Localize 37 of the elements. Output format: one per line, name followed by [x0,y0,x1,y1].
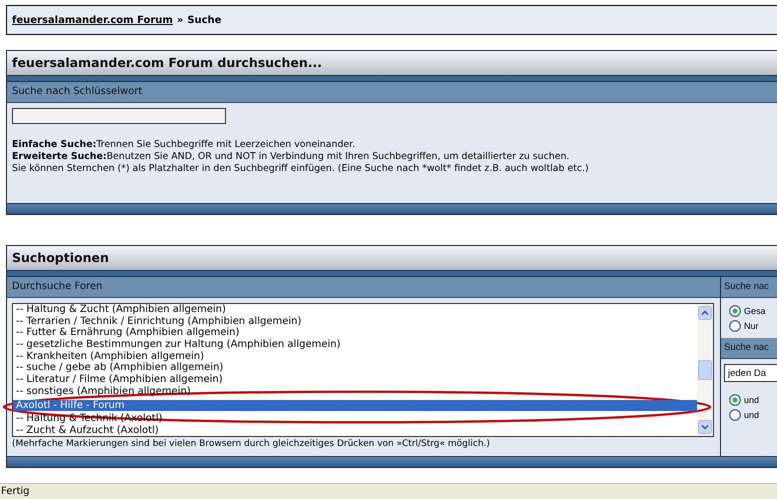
radio-button[interactable] [729,394,741,406]
date-dropdown[interactable]: jeden Da [724,364,777,382]
status-text: Fertig [1,486,30,497]
scroll-down-icon[interactable] [698,420,712,434]
scroll-thumb[interactable] [698,360,712,380]
scroll-up-icon[interactable] [698,306,712,320]
radio-label: und [744,394,760,404]
section-header: Suche nach Schlüsselwort [7,82,777,103]
forum-option[interactable]: -- Terrarien / Technik / Einrichtung (Amphibien allgemein) [13,316,697,328]
radio-button[interactable] [729,320,741,332]
radio-label: Nur [744,320,759,330]
forum-option[interactable]: -- Krankheiten (Amphibien allgemein) [13,350,697,362]
forum-option[interactable]: -- Haltung & Zucht (Amphibien allgemein) [13,304,697,316]
forum-option[interactable]: -- Literatur / Filme (Amphibien allgemein) [13,374,697,386]
radio-button[interactable] [729,408,741,420]
forum-option[interactable]: -- suche / gebe ab (Amphibien allgemein) [13,362,697,374]
panel-title: feuersalamander.com Forum durchsuchen... [7,51,777,75]
forum-option[interactable]: -- Futter & Ernährung (Amphibien allgemein) [13,327,697,340]
help-text: Erweiterte Suche:Benutzen Sie AND, OR und NOT in Verbindung mit Ihren Suchbegriffen, um detaillierter zu suchen. [12,151,570,163]
radio-label: und [744,410,760,420]
section-header: Durchsuche Foren [7,277,720,298]
forum-option[interactable]: -- Zucht & Aufzucht (Axolotl) [13,424,697,436]
breadcrumb-current: Suche [187,14,222,26]
section-header: Suche nac [721,277,777,298]
breadcrumb-separator: » [176,14,184,26]
help-text: Sie können Sternchen (*) als Platzhalter in den Suchbegriff einfügen. (Eine Suche nach *wolt* findet z.B. auch woltlab etc.) [12,163,590,175]
help-text: Einfache Suche:Trennen Sie Suchbegriffe mit Leerzeichen voneinander. [12,139,356,151]
scrollbar[interactable] [697,304,713,436]
forum-link[interactable]: feuersalamander.com Forum [12,14,173,26]
keyword-input-field[interactable] [12,108,226,124]
section-header: Suche nac [721,338,777,359]
forum-option[interactable]: -- gesetzliche Bestimmungen zur Haltung (Amphibien allgemein) [13,339,697,351]
forum-option[interactable]: Axolotl - Hilfe - Forum [13,400,697,412]
radio-label: Gesa [744,306,766,316]
panel-title: Suchoptionen [7,246,777,270]
hint-text: (Mehrfache Markierungen sind bei vielen Browsern durch gleichzeitiges Drücken von »Ctrl/Strg« möglich.) [12,438,491,449]
radio-button[interactable] [729,304,741,316]
